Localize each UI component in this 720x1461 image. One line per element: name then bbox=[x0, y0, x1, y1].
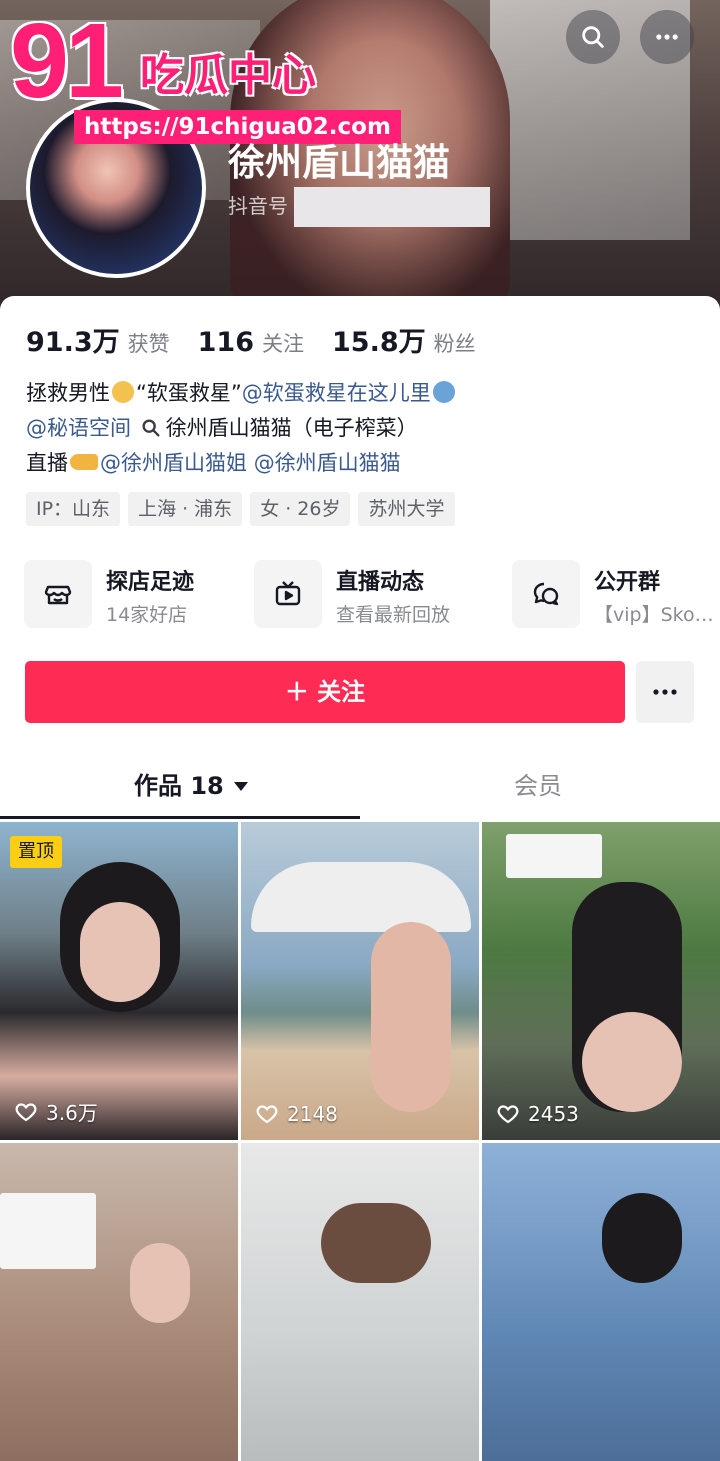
video-thumbnail[interactable] bbox=[482, 1143, 720, 1461]
tag-city: 上海 · 浦东 bbox=[128, 492, 243, 526]
search-button[interactable] bbox=[566, 10, 620, 64]
heart-icon bbox=[256, 1105, 278, 1124]
profile-nickname: 徐州盾山猫猫 bbox=[228, 141, 450, 184]
video-like-count: 3.6万 bbox=[14, 1097, 98, 1126]
douyin-id-label: 抖音号 bbox=[228, 194, 288, 218]
video-like-count: 2148 bbox=[255, 1102, 338, 1126]
feature-live-updates[interactable]: 直播动态 查看最新回放 bbox=[254, 558, 504, 630]
bio-mention-link[interactable]: @秘语空间 bbox=[26, 416, 131, 440]
tab-members[interactable]: 会员 bbox=[514, 766, 562, 806]
pointing-hand-emoji-icon bbox=[70, 454, 98, 470]
video-thumbnail[interactable]: 2453 bbox=[482, 822, 720, 1140]
douyin-id-redacted bbox=[294, 187, 490, 227]
feature-store-visits[interactable]: 探店足迹 14家好店 bbox=[24, 558, 244, 630]
store-icon bbox=[44, 585, 72, 605]
followers-count[interactable]: 15.8万 bbox=[332, 320, 426, 359]
heart-icon bbox=[15, 1102, 37, 1121]
video-like-count: 2453 bbox=[496, 1102, 579, 1126]
profile-bio: 拯救男性 “软蛋救星”@软蛋救星在这儿里 @秘语空间 徐州盾山猫猫（电子榨菜） 直… bbox=[26, 376, 706, 481]
profile-card: 91.3万 获赞 116 关注 15.8万 粉丝 拯救男性 “软蛋救星”@软蛋救星… bbox=[0, 296, 720, 1461]
pinned-badge: 置顶 bbox=[10, 836, 62, 868]
tag-school[interactable]: 苏州大学 bbox=[358, 492, 455, 526]
bio-mention-link[interactable]: @软蛋救星在这儿里 bbox=[242, 381, 431, 405]
tab-works[interactable]: 作品 18 bbox=[134, 766, 248, 806]
more-options-button[interactable] bbox=[640, 10, 694, 64]
magnifier-emoji-icon bbox=[142, 419, 160, 437]
follow-button[interactable]: ＋ 关注 bbox=[25, 661, 625, 723]
content-tabs: 作品 18 会员 bbox=[0, 756, 720, 819]
feature-row: 探店足迹 14家好店 直播动态 查看最新回放 公开群 【vip】Sko… bbox=[24, 558, 720, 630]
bio-mention-link[interactable]: @徐州盾山猫姐 bbox=[100, 451, 247, 475]
person-emoji-icon bbox=[432, 381, 455, 403]
dropdown-caret-icon bbox=[233, 782, 248, 791]
video-thumbnail[interactable] bbox=[241, 1143, 479, 1461]
tag-gender-age: 女 · 26岁 bbox=[250, 492, 351, 526]
feature-public-group[interactable]: 公开群 【vip】Sko… bbox=[512, 558, 720, 630]
heart-icon bbox=[497, 1105, 519, 1124]
more-dots-icon bbox=[656, 34, 678, 40]
following-count[interactable]: 116 bbox=[198, 327, 254, 358]
more-dots-icon bbox=[653, 689, 677, 695]
video-thumbnail[interactable] bbox=[0, 1143, 238, 1461]
tag-ip-location: IP：山东 bbox=[26, 492, 121, 526]
following-label: 关注 bbox=[262, 332, 304, 356]
video-thumbnail[interactable]: 2148 bbox=[241, 822, 479, 1140]
profile-tags: IP：山东 上海 · 浦东 女 · 26岁 苏州大学 bbox=[26, 492, 463, 526]
search-icon bbox=[582, 26, 604, 48]
likes-count[interactable]: 91.3万 bbox=[26, 320, 120, 359]
watermark-name: 吃瓜中心 bbox=[140, 50, 316, 101]
face-emoji-icon bbox=[112, 381, 134, 403]
watermark-number: 91 bbox=[10, 2, 124, 120]
video-thumbnail[interactable]: 置顶 3.6万 bbox=[0, 822, 238, 1140]
chat-group-icon bbox=[533, 582, 559, 606]
follow-more-button[interactable] bbox=[636, 661, 694, 723]
watermark-url: https://91chigua02.com bbox=[74, 110, 401, 144]
active-tab-indicator bbox=[0, 816, 360, 819]
likes-label: 获赞 bbox=[127, 332, 170, 356]
profile-stats: 91.3万 获赞 116 关注 15.8万 粉丝 bbox=[26, 320, 504, 359]
followers-label: 粉丝 bbox=[433, 332, 476, 356]
bio-mention-link[interactable]: @徐州盾山猫猫 bbox=[254, 451, 401, 475]
tv-icon bbox=[275, 581, 301, 606]
